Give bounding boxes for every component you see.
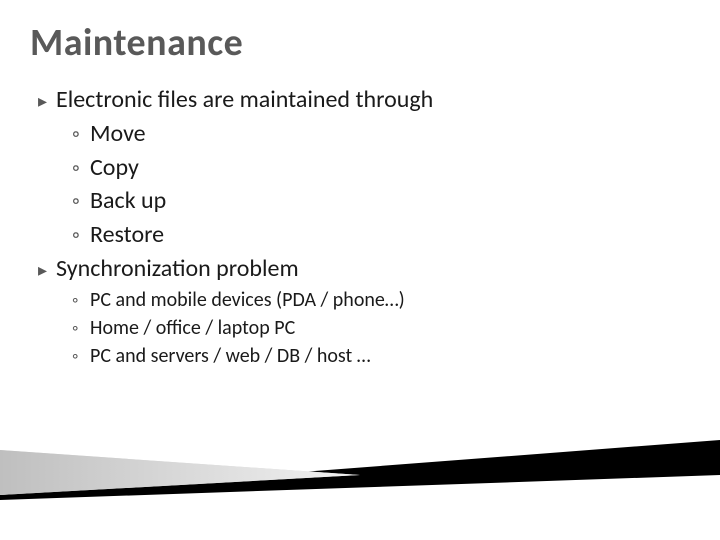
list-subitem: ◦ Restore (72, 219, 690, 251)
list-subitem: ◦ Home / office / laptop PC (72, 315, 690, 342)
slide-title: Maintenance (30, 20, 690, 66)
circle-bullet-icon: ◦ (72, 316, 90, 340)
list-subitem: ◦ Copy (72, 152, 690, 184)
list-subitem: ◦ Move (72, 118, 690, 150)
circle-bullet-icon: ◦ (72, 344, 90, 368)
list-subitem: ◦ PC and servers / web / DB / host … (72, 343, 690, 370)
decorative-footer (0, 440, 720, 500)
list-subitem-text: Home / office / laptop PC (90, 315, 690, 342)
circle-bullet-icon: ◦ (72, 288, 90, 312)
list-subitem-text: PC and servers / web / DB / host … (90, 343, 690, 370)
list-item: ▸ Electronic files are maintained throug… (38, 84, 690, 116)
list-item-text: Electronic files are maintained through (56, 84, 690, 116)
slide: Maintenance ▸ Electronic files are maint… (0, 0, 720, 540)
slide-body: ▸ Electronic files are maintained throug… (30, 84, 690, 370)
list-subitem-text: Restore (90, 219, 690, 251)
triangle-bullet-icon: ▸ (38, 89, 56, 113)
list-item: ▸ Synchronization problem (38, 253, 690, 285)
list-subitem-text: PC and mobile devices (PDA / phone…) (90, 287, 690, 314)
circle-bullet-icon: ◦ (72, 220, 90, 250)
list-subitem: ◦ Back up (72, 185, 690, 217)
triangle-bullet-icon: ▸ (38, 258, 56, 282)
list-item-text: Synchronization problem (56, 253, 690, 285)
circle-bullet-icon: ◦ (72, 153, 90, 183)
circle-bullet-icon: ◦ (72, 186, 90, 216)
list-subitem: ◦ PC and mobile devices (PDA / phone…) (72, 287, 690, 314)
list-subitem-text: Copy (90, 152, 690, 184)
list-subitem-text: Move (90, 118, 690, 150)
circle-bullet-icon: ◦ (72, 119, 90, 149)
list-subitem-text: Back up (90, 185, 690, 217)
